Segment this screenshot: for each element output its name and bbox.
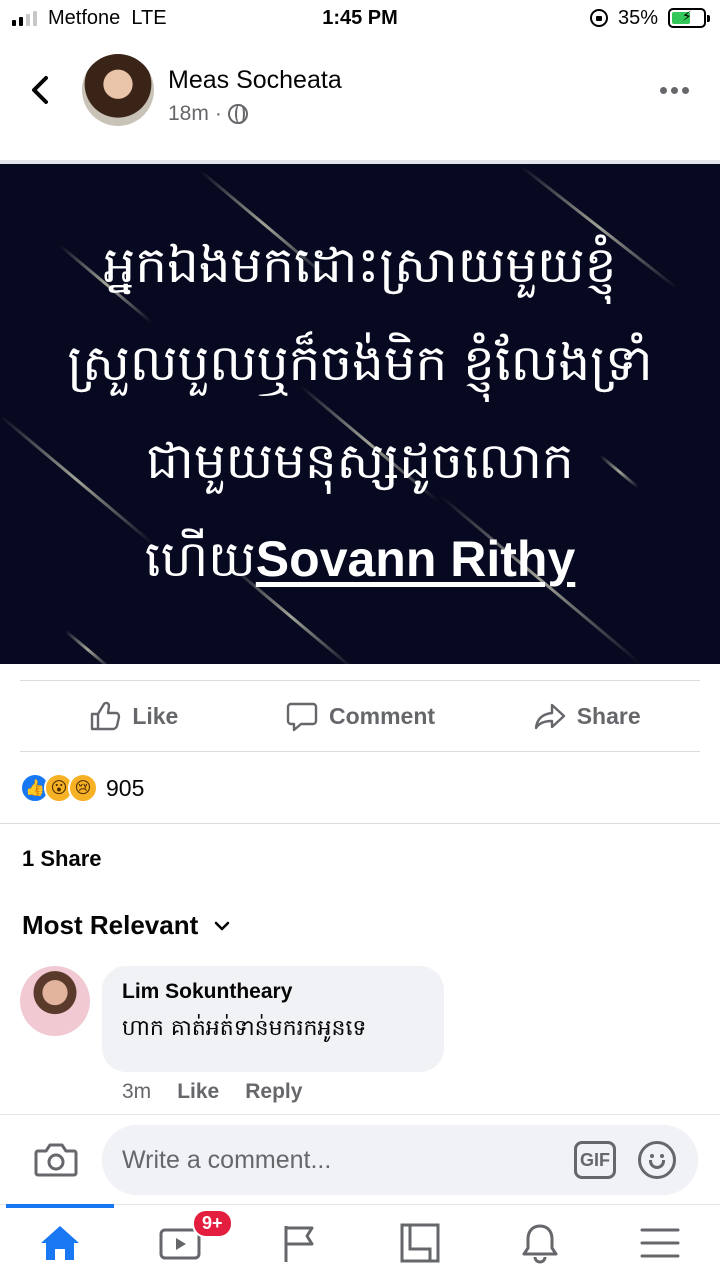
charging-bolt-icon: ⚡	[682, 8, 692, 24]
post-image[interactable]: អ្នកឯងមកដោះស្រាយមួយខ្ញុំ ស្រួលបួលឬក៏ចង់ម…	[0, 164, 720, 664]
nav-watch[interactable]: 9+	[120, 1205, 240, 1280]
image-text-line: អ្នកឯងមកដោះស្រាយមួយខ្ញុំ	[103, 236, 617, 294]
nav-home[interactable]	[0, 1204, 120, 1280]
reaction-count: 905	[106, 774, 145, 801]
meta-separator: ·	[214, 102, 222, 125]
more-options-button[interactable]	[660, 80, 696, 100]
author-name[interactable]: Meas Socheata	[168, 66, 342, 95]
comment-sort-dropdown[interactable]: Most Relevant	[22, 910, 230, 941]
comment-time: 3m	[122, 1080, 152, 1103]
image-text-highlight: Sovann Rithy	[255, 531, 576, 587]
battery-percent: 35%	[618, 7, 659, 29]
image-text-prefix: ហើយ	[144, 530, 256, 588]
home-icon	[41, 1225, 79, 1260]
pages-flag-icon	[284, 1225, 314, 1262]
comment-button[interactable]: Comment	[247, 681, 474, 751]
watch-badge: 9+	[192, 1209, 233, 1238]
comment-reply-button[interactable]: Reply	[245, 1080, 302, 1104]
comment-actions: 3m Like Reply	[122, 1080, 302, 1104]
chevron-down-icon	[215, 921, 230, 930]
image-text-line: ស្រួលបួលឬក៏ចង់មិក ខ្ញុំលែងទ្រាំ	[67, 334, 653, 392]
comment-icon	[286, 702, 318, 732]
decorative-streak	[64, 629, 112, 664]
post-header: Meas Socheata 18m ·	[0, 44, 720, 144]
reactions-summary[interactable]: 👍 😮 😢 905	[20, 770, 144, 806]
globe-icon	[227, 104, 248, 124]
comment-composer: Write a comment... GIF	[0, 1114, 720, 1204]
comment-bubble[interactable]: Lim Sokuntheary ហាក គាត់អត់ទាន់មករកអូនទេ	[102, 966, 444, 1072]
share-label: Share	[576, 702, 641, 729]
battery-icon: ⚡	[668, 8, 710, 28]
camera-button[interactable]	[34, 1141, 78, 1179]
nav-pages[interactable]	[240, 1205, 360, 1280]
menu-icon	[640, 1228, 680, 1257]
post-meta: 18m ·	[168, 102, 248, 126]
share-button[interactable]: Share	[473, 681, 700, 751]
post-time[interactable]: 18m	[168, 102, 209, 126]
emoji-button[interactable]	[638, 1141, 676, 1179]
orientation-lock-icon	[590, 9, 608, 27]
post-action-bar: Like Comment Share	[20, 680, 700, 752]
like-button[interactable]: Like	[20, 681, 247, 751]
thumbs-up-icon	[91, 701, 121, 731]
marketplace-icon	[400, 1223, 440, 1262]
nav-menu[interactable]	[600, 1205, 720, 1280]
image-text-line: ហើយSovann Rithy	[0, 510, 720, 608]
share-arrow-icon	[534, 703, 565, 730]
comment-text: ហាក គាត់អត់ទាន់មករកអូនទេ	[122, 1016, 367, 1041]
clock: 1:45 PM	[322, 7, 398, 29]
image-caption: អ្នកឯងមកដោះស្រាយមួយខ្ញុំ ស្រួលបួលឬក៏ចង់ម…	[0, 216, 720, 608]
bottom-navigation: 9+	[0, 1204, 720, 1280]
comment-like-button[interactable]: Like	[177, 1080, 219, 1104]
commenter-avatar[interactable]	[20, 966, 90, 1036]
author-avatar[interactable]	[82, 54, 154, 126]
chevron-left-icon	[32, 76, 48, 104]
back-button[interactable]	[24, 70, 60, 110]
camera-icon	[34, 1143, 78, 1177]
share-count[interactable]: 1 Share	[22, 846, 102, 872]
dot-icon	[660, 86, 667, 94]
nav-marketplace[interactable]	[360, 1205, 480, 1280]
divider	[0, 823, 720, 824]
gif-button[interactable]: GIF	[574, 1141, 616, 1179]
status-bar: Metfone LTE 1:45 PM 35% ⚡	[0, 0, 720, 36]
notifications-bell-icon	[522, 1224, 558, 1263]
dot-icon	[671, 86, 678, 94]
comment-label: Comment	[328, 702, 436, 729]
dot-icon	[682, 86, 689, 94]
image-text-line: ជាមួយមនុស្សដូចលោក	[146, 432, 574, 490]
like-label: Like	[132, 702, 179, 729]
nav-notifications[interactable]	[480, 1205, 600, 1280]
comment-author[interactable]: Lim Sokuntheary	[122, 980, 424, 1004]
smiley-icon	[649, 1160, 665, 1169]
sort-label: Most Relevant	[22, 910, 199, 940]
sad-icon: 😢	[68, 773, 98, 803]
